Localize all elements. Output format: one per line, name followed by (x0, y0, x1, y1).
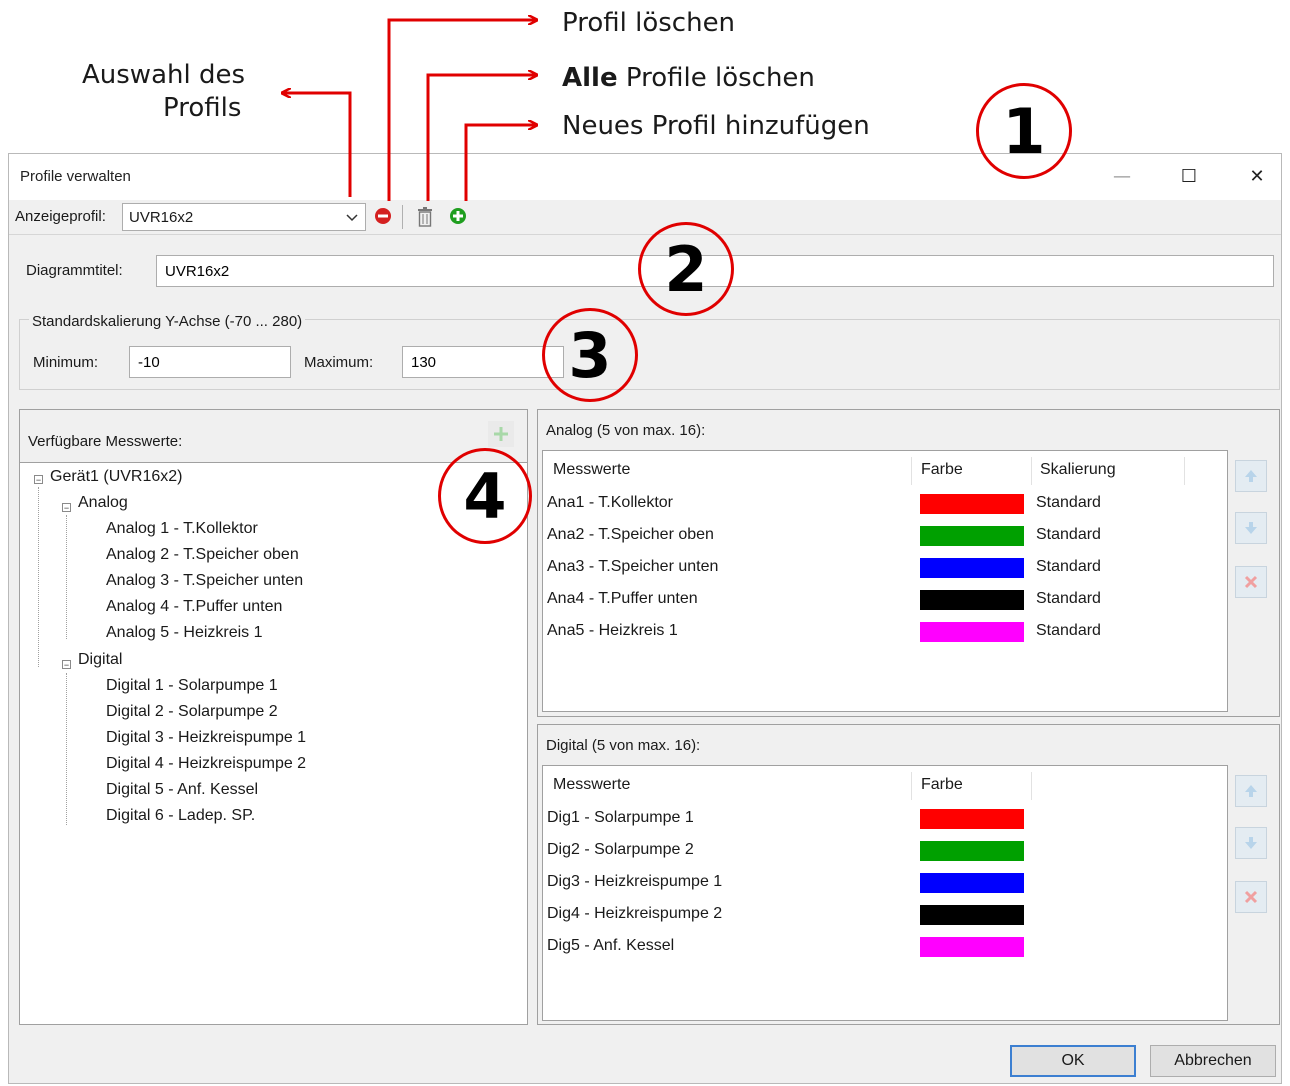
annotation-arrows (0, 0, 1290, 201)
callout-1: 1 (976, 83, 1072, 179)
callout-3: 3 (542, 308, 638, 402)
callout-4: 4 (438, 448, 532, 544)
callout-2: 2 (638, 222, 734, 316)
arrow-add-profile (464, 125, 536, 201)
arrow-delete-profile (387, 20, 536, 201)
arrow-delete-all-profiles (426, 75, 536, 201)
arrow-profile-select (283, 93, 352, 197)
